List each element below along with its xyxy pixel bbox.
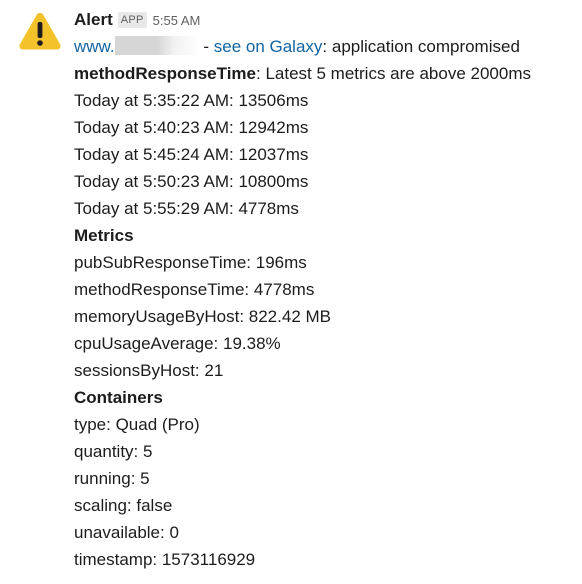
app-url-link[interactable]: www.	[74, 37, 115, 56]
container-item: quantity: 5	[74, 442, 153, 461]
warning-icon[interactable]	[18, 10, 62, 52]
container-item: unavailable: 0	[74, 523, 179, 542]
galaxy-link[interactable]: see on Galaxy	[214, 37, 323, 56]
redacted-url	[114, 36, 199, 55]
metric-condition: : Latest 5 metrics are above 2000ms	[256, 64, 531, 83]
reading-line: Today at 5:35:22 AM: 13506ms	[74, 91, 309, 110]
container-item: type: Quad (Pro)	[74, 415, 200, 434]
alert-suffix: : application compromised	[322, 37, 520, 56]
reading-line: Today at 5:40:23 AM: 12942ms	[74, 118, 309, 137]
metrics-heading: Metrics	[74, 226, 134, 245]
message-content: Alert APP 5:55 AM www. - see on Galaxy: …	[74, 10, 576, 573]
metric-item: sessionsByHost: 21	[74, 361, 224, 380]
alert-summary-line: www. - see on Galaxy: application compro…	[74, 33, 576, 60]
container-item: timestamp: 1573116929	[74, 550, 256, 569]
metric-item: methodResponseTime: 4778ms	[74, 280, 315, 299]
reading-line: Today at 5:55:29 AM: 4778ms	[74, 199, 299, 218]
containers-heading: Containers	[74, 388, 163, 407]
metric-item: cpuUsageAverage: 19.38%	[74, 334, 281, 353]
metric-item: pubSubResponseTime: 196ms	[74, 253, 307, 272]
sender-name[interactable]: Alert	[74, 10, 113, 30]
app-badge: APP	[117, 12, 147, 28]
reading-line: Today at 5:50:23 AM: 10800ms	[74, 172, 309, 191]
message-header: Alert APP 5:55 AM	[74, 10, 576, 30]
metric-item: memoryUsageByHost: 822.42 MB	[74, 307, 331, 326]
message-timestamp[interactable]: 5:55 AM	[153, 13, 201, 28]
container-item: running: 5	[74, 469, 150, 488]
reading-line: Today at 5:45:24 AM: 12037ms	[74, 145, 309, 164]
alert-condition-line: methodResponseTime: Latest 5 metrics are…	[74, 60, 576, 87]
metric-name: methodResponseTime	[74, 64, 257, 83]
separator: -	[198, 37, 214, 56]
container-item: scaling: false	[74, 496, 173, 515]
alert-message: Alert APP 5:55 AM www. - see on Galaxy: …	[0, 0, 582, 584]
